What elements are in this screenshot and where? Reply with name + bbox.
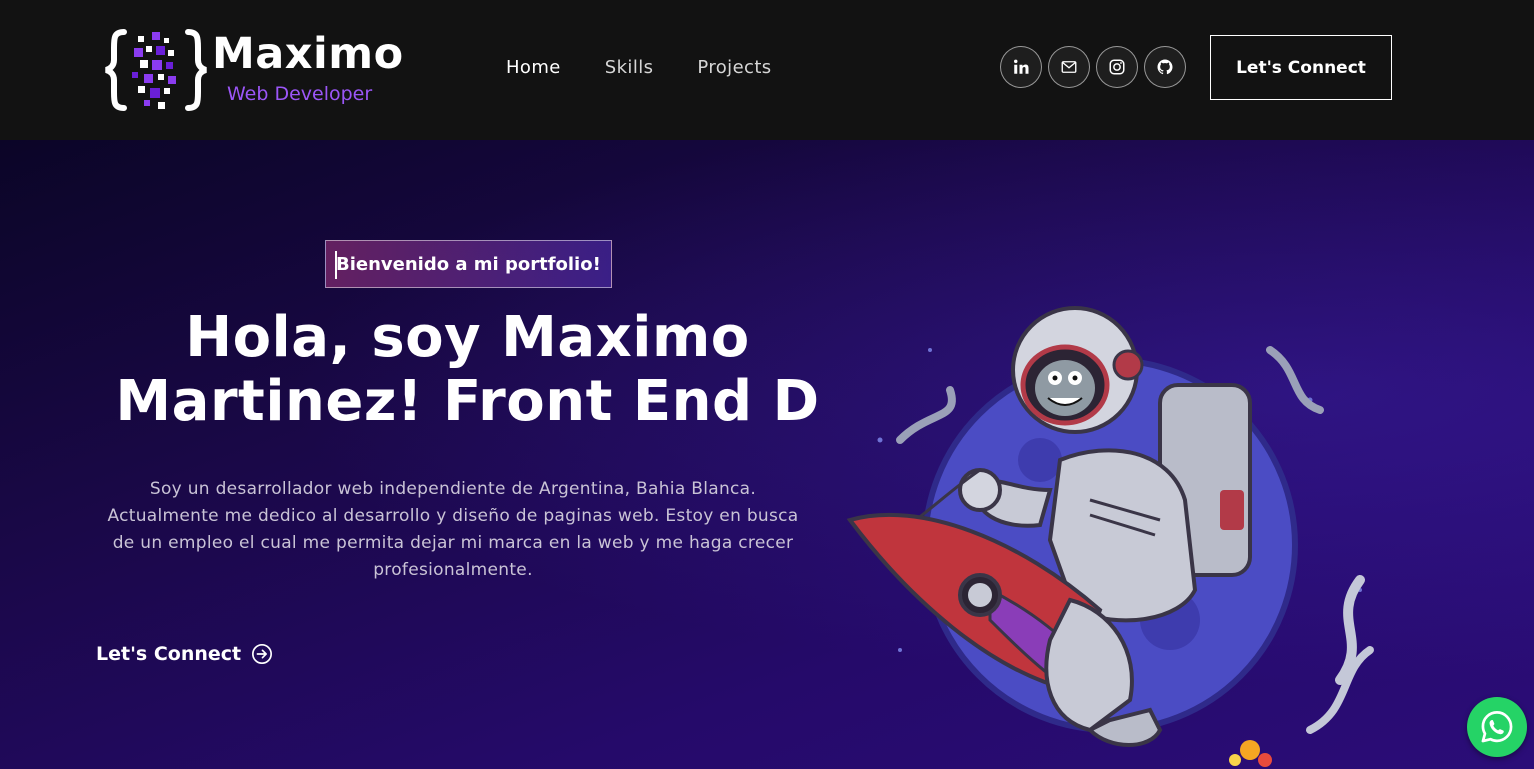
nav-item-projects[interactable]: Projects xyxy=(697,54,771,82)
github-icon xyxy=(1157,59,1173,75)
hero-connect-label: Let's Connect xyxy=(96,643,242,665)
github-link[interactable] xyxy=(1144,46,1186,88)
bio-line-3: de un empleo el cual me permita dejar mi… xyxy=(112,533,794,553)
mail-link[interactable] xyxy=(1048,46,1090,88)
hero-connect-button[interactable]: Let's Connect xyxy=(96,643,273,665)
brand-name: Maximo xyxy=(212,29,404,79)
whatsapp-icon xyxy=(1481,711,1513,743)
whatsapp-button[interactable] xyxy=(1467,697,1527,757)
social-links xyxy=(1000,46,1192,88)
headline-line-1: Hola, soy Maximo xyxy=(185,305,750,370)
linkedin-icon xyxy=(1014,59,1029,74)
brand-subtitle: Web Developer xyxy=(227,83,373,105)
astronaut-illustration xyxy=(846,306,1374,767)
instagram-link[interactable] xyxy=(1096,46,1138,88)
page-title: Hola, soy Maximo Martinez! Front End D xyxy=(60,306,875,434)
logo-mark-icon xyxy=(105,29,207,111)
instagram-icon xyxy=(1109,59,1125,75)
nav-links: Home Skills Projects xyxy=(484,54,794,82)
bio-line-1: Soy un desarrollador web independiente d… xyxy=(149,479,757,499)
tagline: Bienvenido a mi portfolio! xyxy=(325,240,612,288)
bio-text: Soy un desarrollador web independiente d… xyxy=(92,476,814,584)
linkedin-link[interactable] xyxy=(1000,46,1042,88)
hero-section: Bienvenido a mi portfolio! Hola, soy Max… xyxy=(0,140,1534,769)
header-connect-button[interactable]: Let's Connect xyxy=(1210,35,1392,100)
nav-item-skills[interactable]: Skills xyxy=(605,54,654,82)
text-caret xyxy=(335,251,337,279)
tagline-text: Bienvenido a mi portfolio! xyxy=(336,253,601,275)
logo[interactable]: Maximo Web Developer xyxy=(104,26,403,114)
navbar: Maximo Web Developer Home Skills Project… xyxy=(0,0,1534,140)
mail-icon xyxy=(1061,61,1077,73)
bio-line-4: profesionalmente. xyxy=(373,560,533,580)
nav-item-home[interactable]: Home xyxy=(506,54,561,82)
headline-line-2: Martinez! Front End D xyxy=(115,369,820,434)
arrow-right-circle-icon xyxy=(252,644,273,664)
bio-line-2: Actualmente me dedico al desarrollo y di… xyxy=(107,506,799,526)
